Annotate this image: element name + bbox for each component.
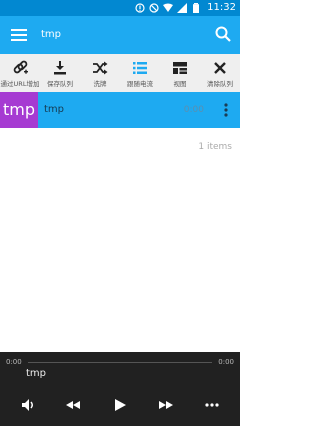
- follow-current-button[interactable]: 跟随电流: [120, 54, 160, 92]
- add-by-url-button[interactable]: 通过URL增加: [0, 54, 40, 92]
- view-label: 视图: [173, 80, 187, 88]
- current-time: 0:00: [6, 358, 22, 366]
- wifi-icon: [163, 3, 174, 12]
- play-icon[interactable]: [112, 397, 128, 413]
- menu-icon[interactable]: [10, 26, 28, 44]
- track-thumbnail: tmp: [0, 92, 38, 128]
- queue-toolbar: 通过URL增加 保存队列 洗牌 跟随电流 视图 清除队列: [0, 54, 240, 92]
- shuffle-label: 洗牌: [93, 80, 107, 88]
- track-duration: 0:00: [183, 105, 204, 115]
- clear-queue-label: 清除队列: [207, 80, 233, 88]
- fast-forward-icon[interactable]: [158, 397, 174, 413]
- app-bar: tmp: [0, 16, 240, 54]
- now-playing-title: tmp: [26, 368, 47, 379]
- save-queue-label: 保存队列: [47, 80, 73, 88]
- status-bar: 11:32: [0, 0, 240, 16]
- more-vert-icon[interactable]: [222, 102, 230, 118]
- clock: 11:32: [207, 2, 236, 13]
- follow-list-icon: [133, 62, 147, 74]
- shuffle-button[interactable]: 洗牌: [80, 54, 120, 92]
- more-horiz-icon[interactable]: [204, 397, 220, 413]
- view-grid-icon: [173, 62, 187, 74]
- items-count: 1 items: [198, 142, 232, 152]
- search-icon[interactable]: [214, 25, 232, 43]
- queue-item[interactable]: tmp tmp 0:00: [0, 92, 240, 128]
- rewind-icon[interactable]: [65, 397, 81, 413]
- link-add-icon: [13, 60, 28, 74]
- follow-current-label: 跟随电流: [127, 80, 153, 88]
- add-by-url-label: 通过URL增加: [0, 80, 40, 88]
- shuffle-icon: [93, 61, 108, 75]
- volume-icon[interactable]: [20, 397, 36, 413]
- total-time: 0:00: [218, 358, 234, 366]
- signal-icon: [177, 3, 188, 13]
- save-queue-button[interactable]: 保存队列: [40, 54, 80, 92]
- notification-icon: [135, 3, 145, 13]
- save-download-icon: [54, 61, 66, 75]
- track-title: tmp: [44, 104, 65, 115]
- clear-queue-button[interactable]: 清除队列: [200, 54, 240, 92]
- seek-bar[interactable]: [28, 362, 212, 363]
- player-bar: 0:00 0:00 tmp: [0, 352, 240, 426]
- battery-icon: [193, 3, 200, 13]
- close-icon: [214, 62, 226, 74]
- view-button[interactable]: 视图: [160, 54, 200, 92]
- page-title: tmp: [41, 29, 62, 40]
- no-sim-icon: [149, 3, 159, 13]
